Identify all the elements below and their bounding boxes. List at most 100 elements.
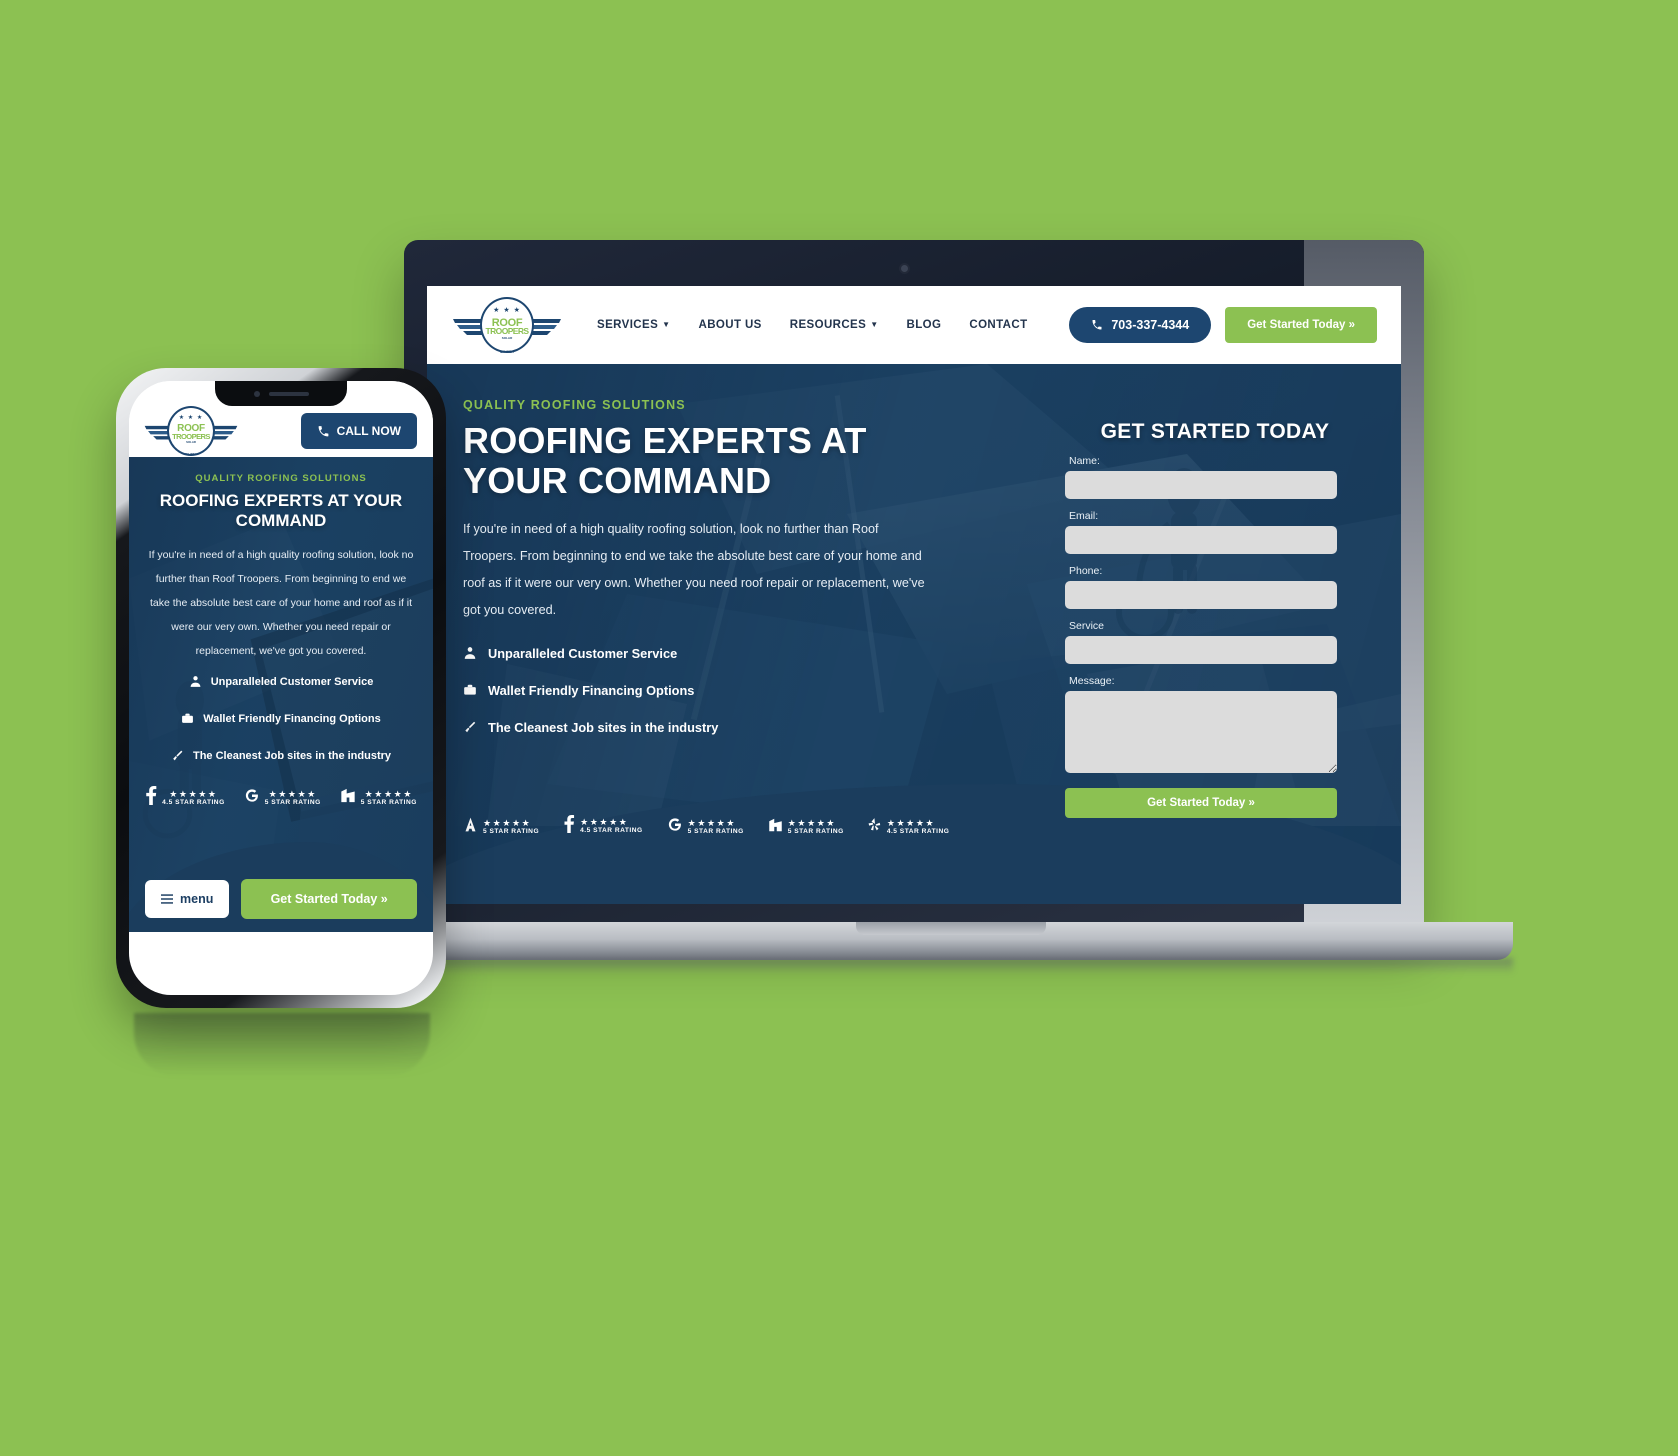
wallet-icon bbox=[182, 714, 194, 724]
feature-item: Wallet Friendly Financing Options bbox=[463, 683, 933, 698]
logo-sub: SOLAR bbox=[501, 336, 513, 341]
logo-wordmark: ROOF TROOPERS SOLAR bbox=[169, 424, 213, 444]
stars-icon: ★★★★★ bbox=[268, 789, 317, 800]
laptop-lid: ★ ★ ★ ROOF TROOPERS SOLAR BY WSA SERVICE… bbox=[404, 240, 1424, 930]
google-icon bbox=[667, 816, 683, 838]
rating-label: 5 STAR RATING bbox=[687, 827, 744, 835]
header-actions: 703-337-4344 Get Started Today » bbox=[1069, 307, 1377, 343]
earpiece-icon bbox=[268, 391, 309, 396]
nav-label: ABOUT US bbox=[698, 319, 762, 331]
broom-icon bbox=[173, 751, 183, 761]
feature-item: Unparalleled Customer Service bbox=[145, 675, 417, 688]
laptop-shadow bbox=[388, 958, 1513, 974]
laptop-mockup: ★ ★ ★ ROOF TROOPERS SOLAR BY WSA SERVICE… bbox=[388, 240, 1524, 1000]
phone-mockup: ★ ★ ★ ROOF TROOPERS SOLAR BY WSA CALL NO… bbox=[116, 368, 446, 1077]
rating-text: ★★★★★ 5 STAR RATING bbox=[265, 790, 321, 807]
feature-item: The Cleanest Job sites in the industry bbox=[145, 749, 417, 762]
hero-paragraph: If you're in need of a high quality roof… bbox=[148, 548, 414, 658]
feature-label: Unparalleled Customer Service bbox=[488, 645, 678, 661]
phone-field[interactable] bbox=[1065, 581, 1337, 609]
chevron-down-icon: ▼ bbox=[662, 320, 671, 329]
message-field[interactable] bbox=[1065, 691, 1337, 773]
feature-item: Wallet Friendly Financing Options bbox=[145, 712, 417, 725]
stars-icon: ★★★★★ bbox=[886, 817, 936, 828]
rating-text: ★★★★★ 5 STAR RATING bbox=[483, 817, 540, 836]
homeadvisor-icon bbox=[768, 817, 783, 838]
nav-item-about-us[interactable]: ABOUT US bbox=[698, 319, 761, 331]
rating-badge-homeadvisor[interactable]: ★★★★★ 5 STAR RATING bbox=[340, 786, 417, 810]
desktop-nav: SERVICES ▼ ABOUT US RESOURCES ▼ BLOG CONTA… bbox=[597, 319, 1028, 331]
laptop-screen: ★ ★ ★ ROOF TROOPERS SOLAR BY WSA SERVICE… bbox=[427, 286, 1401, 904]
feature-item: The Cleanest Job sites in the industry bbox=[463, 720, 933, 735]
rating-text: ★★★★★ 5 STAR RATING bbox=[687, 818, 744, 836]
logo-sub: SOLAR bbox=[186, 440, 196, 445]
stars-icon: ★★★★★ bbox=[364, 789, 413, 800]
message-label: Message: bbox=[1069, 675, 1115, 687]
stars-icon: ★★★★★ bbox=[787, 818, 837, 829]
hero-eyebrow: QUALITY ROOFING SOLUTIONS bbox=[195, 473, 367, 484]
hero-heading: ROOFING EXPERTS AT YOUR COMMAND bbox=[463, 420, 867, 502]
feature-label: The Cleanest Job sites in the industry bbox=[488, 719, 719, 735]
nav-item-services[interactable]: SERVICES ▼ bbox=[597, 319, 670, 331]
nav-item-contact[interactable]: CONTACT bbox=[969, 319, 1027, 331]
rating-badge-google[interactable]: ★★★★★ 5 STAR RATING bbox=[244, 786, 321, 810]
mobile-hero: QUALITY ROOFING SOLUTIONS ROOFING EXPERT… bbox=[129, 457, 433, 932]
phone-reflection bbox=[134, 1013, 430, 1077]
rating-text: ★★★★★ 4.5 STAR RATING bbox=[886, 817, 950, 836]
get-started-form: GET STARTED TODAY Name: Email: Phone: Se… bbox=[1065, 398, 1365, 904]
service-field[interactable] bbox=[1065, 636, 1337, 664]
nav-item-resources[interactable]: RESOURCES ▼ bbox=[790, 319, 879, 331]
person-icon bbox=[464, 647, 476, 660]
rating-badge-facebook[interactable]: ★★★★★ 4.5 STAR RATING bbox=[145, 786, 225, 810]
homeadvisor-icon bbox=[340, 787, 356, 809]
hero-feature-list: Unparalleled Customer Service Wallet Fri… bbox=[145, 675, 417, 762]
mobile-get-started-button[interactable]: Get Started Today » bbox=[241, 879, 417, 919]
logo-stars-icon: ★ ★ ★ bbox=[178, 415, 204, 421]
form-title: GET STARTED TODAY bbox=[1100, 420, 1330, 443]
rating-badge-homeadvisor[interactable]: ★★★★★ 5 STAR RATING bbox=[768, 817, 844, 838]
phone-button[interactable]: 703-337-4344 bbox=[1069, 307, 1212, 343]
roof-troopers-logo[interactable]: ★ ★ ★ ROOF TROOPERS SOLAR BY WSA bbox=[451, 295, 563, 355]
webcam-icon bbox=[901, 265, 908, 272]
chevron-down-icon: ▼ bbox=[870, 320, 879, 329]
email-field[interactable] bbox=[1065, 526, 1337, 554]
name-field[interactable] bbox=[1065, 471, 1337, 499]
call-now-button[interactable]: CALL NOW bbox=[300, 413, 417, 449]
logo-word-troopers: TROOPERS bbox=[485, 326, 530, 337]
phone-label: Phone: bbox=[1069, 565, 1103, 577]
rating-badge-angi[interactable]: ★★★★★ 5 STAR RATING bbox=[463, 816, 539, 838]
logo-stars-icon: ★ ★ ★ bbox=[493, 307, 521, 314]
facebook-icon bbox=[563, 815, 575, 838]
nav-label: CONTACT bbox=[969, 319, 1028, 331]
yelp-icon bbox=[868, 816, 882, 838]
feature-label: Wallet Friendly Financing Options bbox=[488, 682, 695, 698]
rating-badge-yelp[interactable]: ★★★★★ 4.5 STAR RATING bbox=[868, 816, 950, 838]
roof-troopers-logo[interactable]: ★ ★ ★ ROOF TROOPERS SOLAR BY WSA bbox=[143, 406, 239, 456]
rating-label: 4.5 STAR RATING bbox=[886, 827, 950, 835]
phone-icon bbox=[1092, 320, 1102, 330]
feature-label: Wallet Friendly Financing Options bbox=[203, 712, 381, 725]
nav-label: SERVICES bbox=[597, 319, 659, 331]
rating-text: ★★★★★ 5 STAR RATING bbox=[788, 819, 844, 836]
rating-text: ★★★★★ 4.5 STAR RATING bbox=[580, 818, 643, 835]
nav-label: RESOURCES bbox=[789, 319, 867, 331]
nav-item-blog[interactable]: BLOG bbox=[907, 319, 942, 331]
feature-label: The Cleanest Job sites in the industry bbox=[192, 749, 392, 762]
menu-button[interactable]: menu bbox=[145, 880, 230, 918]
canvas-background: ★ ★ ★ ROOF TROOPERS SOLAR BY WSA SERVICE… bbox=[0, 0, 1678, 1456]
rating-label: 5 STAR RATING bbox=[483, 827, 540, 835]
stars-icon: ★★★★★ bbox=[483, 817, 532, 828]
rating-badge-facebook[interactable]: ★★★★★ 4.5 STAR RATING bbox=[563, 815, 643, 838]
service-label: Service bbox=[1069, 620, 1105, 632]
logo-word-troopers: TROOPERS bbox=[172, 432, 210, 442]
nav-label: BLOG bbox=[906, 319, 942, 331]
call-now-label: CALL NOW bbox=[336, 424, 401, 438]
phone-notch bbox=[215, 381, 347, 406]
form-submit-button[interactable]: Get Started Today » bbox=[1065, 788, 1337, 818]
desktop-ratings-row: ★★★★★ 5 STAR RATING ★★★★★ 4.5 STAR RATIN… bbox=[463, 815, 949, 838]
rating-label: 5 STAR RATING bbox=[360, 799, 417, 807]
rating-badge-google[interactable]: ★★★★★ 5 STAR RATING bbox=[667, 816, 744, 838]
header-get-started-button[interactable]: Get Started Today » bbox=[1225, 307, 1377, 343]
rating-label: 4.5 STAR RATING bbox=[580, 827, 643, 835]
stars-icon: ★★★★★ bbox=[169, 789, 218, 800]
